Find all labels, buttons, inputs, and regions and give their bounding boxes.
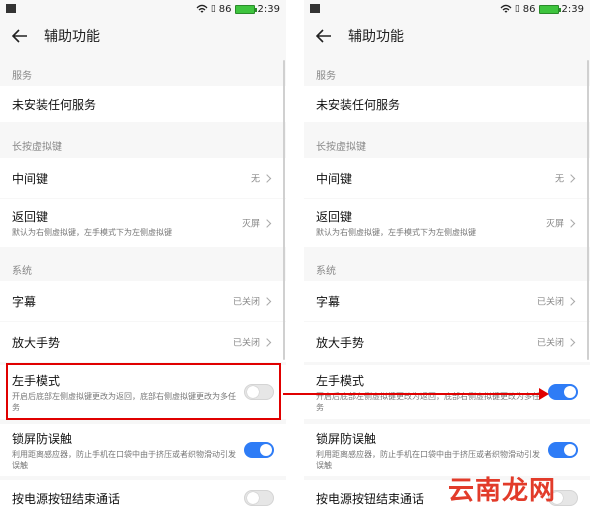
value-text: 已关闭 [536, 297, 564, 308]
item-caption[interactable]: 字幕 已关闭 [0, 281, 286, 321]
back-button[interactable] [0, 18, 40, 54]
item-value: 灭屏 [241, 217, 272, 230]
section-services: 服务 [304, 63, 590, 85]
battery-level: 86 [218, 3, 232, 15]
item-value: 已关闭 [232, 295, 272, 308]
value-text: 已关闭 [232, 338, 260, 349]
item-title: 未安装任何服务 [316, 97, 401, 112]
toggle-knob [564, 386, 576, 398]
item-value: 已关闭 [536, 295, 576, 308]
item-caption[interactable]: 字幕 已关闭 [304, 281, 590, 321]
scrollbar[interactable] [283, 60, 285, 360]
highlight-box [6, 363, 281, 420]
battery-icon [234, 4, 257, 14]
item-lock-screen[interactable]: 锁屏防误触 利用距离感应器，防止手机在口袋中由于挤压或者织物滑动引发误触 [304, 424, 590, 476]
item-no-service[interactable]: 未安装任何服务 [304, 86, 590, 122]
item-title: 未安装任何服务 [12, 97, 97, 112]
item-value: 无 [554, 172, 576, 185]
item-middle-key[interactable]: 中间键 无 [0, 158, 286, 198]
wifi-icon [196, 4, 208, 13]
section-services: 服务 [0, 63, 286, 85]
app-header: 辅助功能 [304, 18, 590, 54]
arrow-right-icon [539, 388, 549, 400]
scrollbar[interactable] [587, 60, 589, 360]
signal-icon: ▯ [210, 4, 216, 14]
back-button[interactable] [304, 18, 344, 54]
page-title: 辅助功能 [348, 29, 404, 45]
screen-before: ▯ 86 2:39 辅助功能 服务 未安装任何服务 长按虚拟键 中间键 无 返回… [0, 0, 286, 512]
value-text: 灭屏 [241, 219, 260, 230]
status-bar: ▯ 86 2:39 [0, 0, 286, 18]
lock-screen-toggle[interactable] [244, 442, 274, 458]
item-lock-screen[interactable]: 锁屏防误触 利用距离感应器，防止手机在口袋中由于挤压或者织物滑动引发误触 [0, 424, 286, 476]
item-value: 灭屏 [545, 217, 576, 230]
item-back-key[interactable]: 返回键 默认为右侧虚拟键，左手模式下为左侧虚拟键 灭屏 [0, 199, 286, 247]
item-value: 无 [250, 172, 272, 185]
item-middle-key[interactable]: 中间键 无 [304, 158, 590, 198]
section-longpress: 长按虚拟键 [0, 134, 286, 156]
item-power-end-call[interactable]: 按电源按钮结束通话 [0, 480, 286, 512]
battery-icon [538, 4, 561, 14]
image-notification-icon [6, 4, 16, 13]
item-description: 默认为右侧虚拟键，左手模式下为左侧虚拟键 [316, 228, 476, 237]
left-hand-toggle[interactable] [548, 384, 578, 400]
item-back-key[interactable]: 返回键 默认为右侧虚拟键，左手模式下为左侧虚拟键 灭屏 [304, 199, 590, 247]
item-title: 中间键 [12, 171, 49, 186]
lock-screen-toggle[interactable] [548, 442, 578, 458]
chevron-right-icon [566, 337, 576, 347]
image-notification-icon [310, 4, 320, 13]
chevron-right-icon [262, 337, 272, 347]
item-description: 利用距离感应器，防止手机在口袋中由于挤压或者织物滑动引发误触 [316, 449, 540, 470]
item-title: 中间键 [316, 171, 353, 186]
toggle-knob [260, 444, 272, 456]
toggle-knob [247, 492, 259, 504]
power-end-call-toggle[interactable] [244, 490, 274, 506]
watermark: 云南龙网 [448, 476, 557, 506]
screen-after: ▯ 86 2:39 辅助功能 服务 未安装任何服务 长按虚拟键 中间键 无 返回… [304, 0, 590, 512]
section-label: 服务 [12, 70, 32, 82]
battery-level: 86 [522, 3, 536, 15]
section-label: 系统 [316, 265, 336, 277]
item-magnify[interactable]: 放大手势 已关闭 [304, 322, 590, 362]
chevron-right-icon [262, 296, 272, 306]
signal-icon: ▯ [514, 4, 520, 14]
wifi-icon [500, 4, 512, 13]
toggle-knob [564, 444, 576, 456]
arrow-left-icon [12, 29, 27, 43]
section-longpress: 长按虚拟键 [304, 134, 590, 156]
chevron-right-icon [566, 296, 576, 306]
item-value: 已关闭 [232, 336, 272, 349]
item-value: 已关闭 [536, 336, 576, 349]
chevron-right-icon [262, 173, 272, 183]
section-system: 系统 [0, 258, 286, 280]
app-header: 辅助功能 [0, 18, 286, 54]
item-magnify[interactable]: 放大手势 已关闭 [0, 322, 286, 362]
arrow-left-icon [316, 29, 331, 43]
value-text: 无 [250, 174, 260, 185]
clock: 2:39 [561, 3, 584, 15]
item-no-service[interactable]: 未安装任何服务 [0, 86, 286, 122]
status-bar: ▯ 86 2:39 [304, 0, 590, 18]
section-system: 系统 [304, 258, 590, 280]
clock: 2:39 [257, 3, 280, 15]
section-label: 系统 [12, 265, 32, 277]
value-text: 已关闭 [232, 297, 260, 308]
section-label: 服务 [316, 70, 336, 82]
section-label: 长按虚拟键 [12, 141, 62, 153]
item-description: 默认为右侧虚拟键，左手模式下为左侧虚拟键 [12, 228, 172, 237]
chevron-right-icon [566, 173, 576, 183]
value-text: 灭屏 [545, 219, 564, 230]
chevron-right-icon [262, 218, 272, 228]
value-text: 已关闭 [536, 338, 564, 349]
page-title: 辅助功能 [44, 29, 100, 45]
item-description: 利用距离感应器，防止手机在口袋中由于挤压或者织物滑动引发误触 [12, 449, 236, 470]
chevron-right-icon [566, 218, 576, 228]
annotation-arrow [283, 393, 541, 395]
value-text: 无 [554, 174, 564, 185]
section-label: 长按虚拟键 [316, 141, 366, 153]
